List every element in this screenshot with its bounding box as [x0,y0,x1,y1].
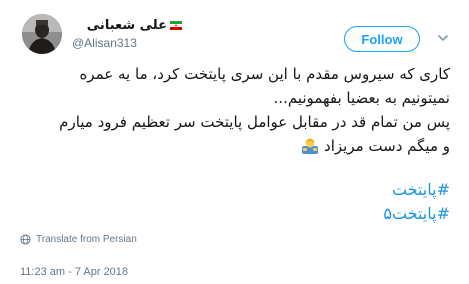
tweet-text: کاری که سیروس مقدم با این سری پایتخت کرد… [20,62,450,158]
follow-button-label: Follow [361,31,403,47]
chevron-down-icon[interactable] [437,32,449,44]
user-name-block[interactable]: علی شعبانی [72,14,182,34]
user-handle[interactable]: @Alisan313 [72,36,137,50]
tweet-line: پس من تمام قد در مقابل عوامل پایتخت سر ت… [59,113,450,131]
person-bowing-emoji-icon [302,138,319,154]
hashtag-link[interactable]: #پایتخت [20,178,450,202]
globe-icon [20,234,31,245]
hashtag-list: #پایتخت #پایتخت۵ [20,178,450,226]
avatar[interactable] [22,14,62,54]
hashtag-link[interactable]: #پایتخت۵ [20,202,450,226]
tweet-card: علی شعبانی @Alisan313 Follow کاری که سیر… [0,0,469,284]
tweet-line: و میگم دست مریزاد [324,137,450,155]
translate-link[interactable]: Translate from Persian [20,234,137,245]
tweet-line: کاری که سیروس مقدم با این سری پایتخت کرد… [79,65,450,83]
tweet-line-with-emoji: و میگم دست مریزاد [20,134,450,158]
display-name-text: علی شعبانی [86,18,167,33]
display-name[interactable]: علی شعبانی [87,17,182,34]
tweet-timestamp[interactable]: 11:23 am - 7 Apr 2018 [20,266,128,278]
iran-flag-icon [170,21,182,30]
avatar-photo-icon [22,14,62,54]
translate-label: Translate from Persian [36,234,137,245]
tweet-line: نمیتونیم به بعضیا بفهمونیم... [273,89,450,107]
follow-button[interactable]: Follow [344,26,420,52]
